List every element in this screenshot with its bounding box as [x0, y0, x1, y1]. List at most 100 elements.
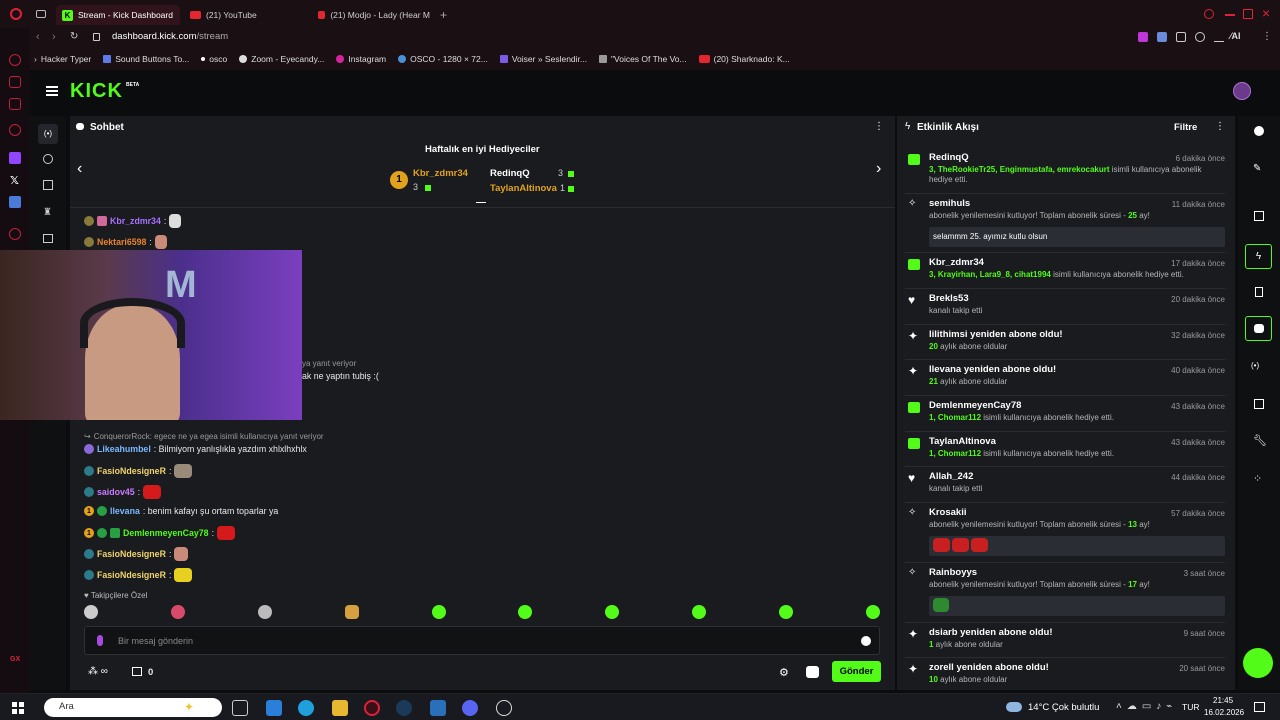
emoji-icon[interactable]	[861, 636, 871, 646]
maximize-button[interactable]	[1243, 9, 1253, 19]
chat-message[interactable]: FasioNdesigneR:	[84, 547, 189, 561]
extensions-icon[interactable]	[1176, 32, 1186, 42]
obs-icon[interactable]	[496, 700, 512, 716]
clock-date[interactable]: 16.02.2026	[1204, 708, 1244, 717]
chat-username[interactable]: FasioNdesigneR	[97, 549, 166, 559]
support-button[interactable]	[1243, 648, 1273, 678]
chat-more-icon[interactable]: ⋮	[874, 121, 884, 132]
bookmark[interactable]: (20) Sharknado: K...	[698, 54, 790, 64]
emote-icon[interactable]	[692, 605, 707, 619]
activity-user[interactable]: Rainboyys	[929, 567, 1225, 578]
chat-toggle[interactable]	[1245, 316, 1272, 341]
gx-icon[interactable]: GX	[10, 656, 20, 663]
tab-youtube[interactable]: (21) YouTube	[184, 5, 308, 25]
tab-kick[interactable]: K Stream - Kick Dashboard	[56, 5, 180, 25]
chat-message[interactable]: Nektari6598:	[84, 235, 167, 249]
chat-username[interactable]: Kbr_zdmr34	[110, 216, 161, 226]
menu-icon[interactable]: ⋮	[1262, 31, 1272, 42]
activity-item[interactable]: RedinqQ 6 dakika önce 3, TheRookieTr25, En…	[905, 152, 1225, 185]
x-icon[interactable]: 𝕏	[10, 174, 19, 187]
opera-gx-icon[interactable]	[364, 700, 380, 716]
notification-icon[interactable]	[1254, 702, 1265, 712]
activity-item[interactable]: ✧ semihuls 11 dakika önce abonelik yenileme…	[905, 198, 1225, 247]
chest-icon[interactable]	[132, 667, 142, 676]
extension-icons[interactable]	[1138, 32, 1224, 42]
edge-icon[interactable]	[298, 700, 314, 716]
wrench-icon[interactable]: 🔧︎	[1253, 434, 1267, 447]
mic-icon[interactable]	[97, 635, 103, 646]
reload-icon[interactable]: ↻	[70, 31, 78, 42]
activity-item[interactable]: TaylanAltinova 43 dakika önce 1, Chomar112…	[905, 436, 1225, 459]
emote-icon[interactable]	[431, 605, 446, 619]
bot-icon[interactable]	[806, 666, 819, 678]
media-icon[interactable]	[43, 234, 53, 243]
activity-item[interactable]: ✦ lilithimsi yeniden abone oldu! 32 dakika…	[905, 329, 1225, 352]
close-button[interactable]: ×	[1262, 5, 1270, 21]
trophy-icon[interactable]: ♜	[43, 207, 52, 218]
chat-username[interactable]: FasioNdesigneR	[97, 570, 166, 580]
chat-message[interactable]: 1 DemlenmeyenCay78:	[84, 526, 236, 540]
top-gifter-1[interactable]: Kbr_zdmr34	[413, 168, 468, 179]
notes-icon[interactable]	[1255, 287, 1263, 297]
link-icon[interactable]	[43, 154, 53, 164]
activity-item[interactable]: ♥ Allah_242 44 dakika önce kanalı takip ett…	[905, 471, 1225, 494]
prev-arrow-icon[interactable]: ‹	[77, 160, 82, 178]
filter-button[interactable]: Filtre	[1174, 122, 1197, 133]
bookmark[interactable]: Instagram	[336, 54, 386, 64]
twitch-icon[interactable]	[9, 152, 21, 164]
emote-icon[interactable]	[344, 605, 359, 619]
tab-modjo[interactable]: (21) Modjo - Lady (Hear M	[312, 5, 436, 25]
emote-icon[interactable]	[170, 605, 185, 619]
bookmark[interactable]: "Voices Of The Vo...	[599, 54, 687, 64]
emote-icon[interactable]	[865, 605, 880, 619]
sidebar-app-icon[interactable]	[9, 196, 21, 208]
channel-points-icon[interactable]: ⁂ ∞	[88, 666, 108, 677]
broadcast-icon[interactable]: (•)	[1251, 361, 1259, 370]
activity-item[interactable]: Kbr_zdmr34 17 dakika önce 3, Krayirhan, La…	[905, 257, 1225, 280]
menu-hamburger-icon[interactable]	[46, 86, 58, 96]
user-avatar[interactable]	[1233, 82, 1251, 100]
chat-message[interactable]: 1 llevana: benim kafayı şu ortam toparlar…	[84, 506, 278, 516]
forward-icon[interactable]: ›	[52, 31, 56, 43]
bookmark[interactable]: › Hacker Typer	[34, 54, 91, 64]
activity-item[interactable]: ✦ zorell yeniden abone oldu! 20 saat önce 1…	[905, 662, 1225, 685]
scan-icon[interactable]	[1254, 211, 1264, 221]
new-tab-button[interactable]: +	[440, 8, 447, 22]
chat-input[interactable]: Bir mesaj gönderin	[84, 626, 880, 655]
emote-icon[interactable]	[518, 605, 533, 619]
chat-message[interactable]: FasioNdesigneR:	[84, 464, 193, 478]
opera-icon[interactable]	[10, 8, 22, 20]
top-gifter-3[interactable]: TaylanAltinova	[490, 183, 557, 194]
activity-more-icon[interactable]: ⋮	[1215, 121, 1225, 132]
bookmark[interactable]: Zoom - Eyecandy...	[239, 54, 324, 64]
app-icon[interactable]	[266, 700, 282, 716]
chat-message[interactable]: Likeahumbel: Bilmiyom yanlışlıkla yazdım…	[84, 444, 307, 454]
messenger-icon[interactable]	[9, 76, 21, 88]
bookmark[interactable]: Voiser » Seslendir...	[499, 54, 587, 64]
windows-start-icon[interactable]	[12, 702, 24, 714]
activity-item[interactable]: ♥ Brekls53 20 dakika önce kanalı takip etti	[905, 293, 1225, 316]
activity-item[interactable]: ✦ dsiarb yeniden abone oldu! 9 saat önce 1 …	[905, 627, 1225, 650]
opera-sidebar-icon[interactable]	[9, 54, 21, 66]
emote-icon[interactable]	[257, 605, 272, 619]
kick-logo[interactable]: KICK	[70, 80, 123, 103]
chat-message[interactable]: Kbr_zdmr34:	[84, 214, 182, 228]
next-arrow-icon[interactable]: ›	[876, 160, 881, 178]
chat-message[interactable]: ak ne yaptın tubiş :(	[302, 371, 379, 381]
url-field[interactable]: dashboard.kick.com/stream	[112, 31, 228, 42]
chat-message[interactable]: FasioNdesigneR:	[84, 568, 193, 582]
taskbar-search[interactable]: Ara ✦	[44, 698, 222, 717]
aria-ai-button[interactable]: ⁄AI	[1230, 31, 1241, 41]
weather-label[interactable]: 14°C Çok bulutlu	[1028, 702, 1099, 713]
activity-item[interactable]: ✦ llevana yeniden abone oldu! 40 dakika ön…	[905, 364, 1225, 387]
file-explorer-icon[interactable]	[332, 700, 348, 716]
chat-message[interactable]: saidov45:	[84, 485, 162, 499]
extension-icon[interactable]	[1138, 32, 1148, 42]
discord-icon[interactable]	[462, 700, 478, 716]
chat-username[interactable]: llevana	[110, 506, 140, 516]
info-icon[interactable]	[1254, 126, 1264, 136]
activity-item[interactable]: DemlenmeyenCay78 43 dakika önce 1, Chomar1…	[905, 400, 1225, 423]
bookmark[interactable]: osco	[201, 54, 227, 64]
top-gifter-2[interactable]: RedinqQ	[490, 168, 530, 179]
search-icon[interactable]	[1204, 9, 1214, 19]
